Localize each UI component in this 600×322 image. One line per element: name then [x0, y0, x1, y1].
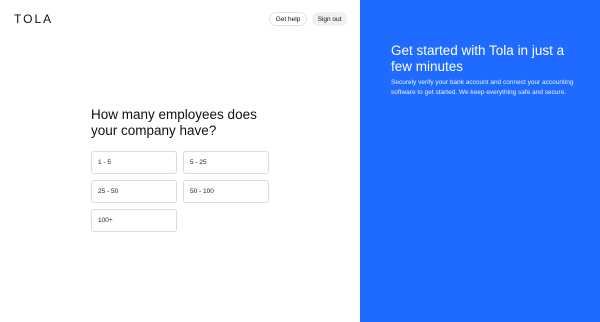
- option-label: 1 - 5: [98, 159, 112, 166]
- option-1-5[interactable]: 1 - 5: [91, 151, 177, 174]
- option-label: 25 - 50: [98, 188, 119, 195]
- left-panel: TOLA Get help Sign out How many employee…: [0, 0, 360, 322]
- option-label: 5 - 25: [190, 159, 207, 166]
- option-100-plus[interactable]: 100+: [91, 209, 177, 232]
- sign-out-button[interactable]: Sign out: [312, 12, 347, 26]
- promo-heading: Get started with Tola in just a few minu…: [391, 43, 565, 74]
- option-label: 100+: [98, 217, 113, 224]
- option-25-50[interactable]: 25 - 50: [91, 180, 177, 203]
- get-help-button[interactable]: Get help: [269, 12, 307, 26]
- promo-description: Securely verify your bank account and co…: [391, 79, 574, 96]
- option-5-25[interactable]: 5 - 25: [183, 151, 269, 174]
- option-label: 50 - 100: [190, 188, 214, 195]
- option-50-100[interactable]: 50 - 100: [183, 180, 269, 203]
- tola-logo[interactable]: TOLA: [14, 12, 53, 26]
- employee-count-question: How many employees does your company hav…: [91, 107, 257, 138]
